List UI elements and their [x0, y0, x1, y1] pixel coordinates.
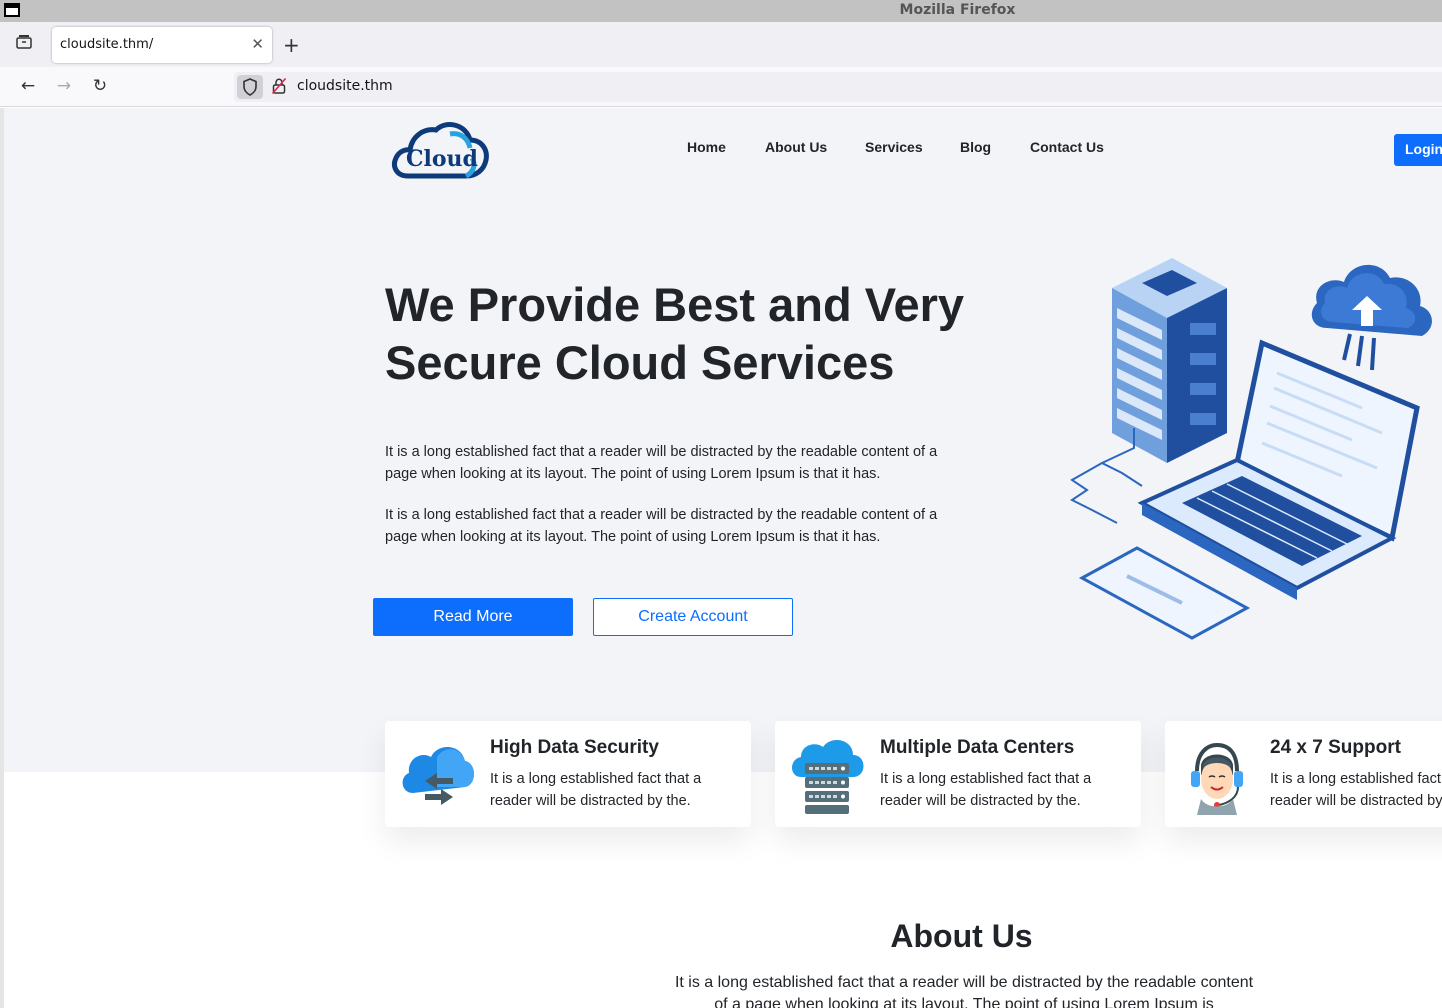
nav-home[interactable]: Home — [687, 139, 726, 155]
support-agent-icon — [1177, 735, 1257, 815]
browser-tab[interactable]: cloudsite.thm/ ✕ — [52, 27, 272, 63]
feature-card-support: 24 x 7 Support It is a long established … — [1165, 721, 1442, 827]
site-logo[interactable]: Cloud — [390, 118, 490, 180]
tab-list-icon[interactable] — [12, 34, 36, 56]
window-titlebar: Mozilla Firefox — [0, 0, 1442, 22]
feature-title: 24 x 7 Support — [1270, 737, 1401, 758]
hero-section: Cloud Home About Us Services Blog Contac… — [4, 108, 1442, 772]
cloud-transfer-icon — [397, 735, 477, 815]
forward-icon[interactable]: → — [53, 76, 75, 98]
cloud-server-laptop-illustration — [1062, 248, 1442, 668]
feature-title: High Data Security — [490, 737, 659, 758]
about-us-heading: About Us — [890, 918, 1033, 954]
hero-paragraph-2: It is a long established fact that a rea… — [385, 507, 938, 545]
read-more-button[interactable]: Read More — [373, 598, 573, 636]
new-tab-icon[interactable]: + — [283, 33, 300, 57]
login-button[interactable]: Login — [1394, 134, 1442, 166]
hero-title: We Provide Best and Very Secure Cloud Se… — [385, 276, 985, 392]
feature-card-data-centers: Multiple Data Centers It is a long estab… — [775, 721, 1141, 827]
url-bar[interactable]: cloudsite.thm — [234, 72, 1442, 102]
cloud-server-icon — [787, 735, 867, 815]
insecure-lock-icon[interactable] — [271, 77, 287, 95]
reload-icon[interactable]: ↻ — [89, 76, 111, 98]
url-text: cloudsite.thm — [297, 78, 393, 94]
nav-blog[interactable]: Blog — [960, 139, 991, 155]
page-viewport: Cloud Home About Us Services Blog Contac… — [0, 108, 1442, 1008]
nav-about-us[interactable]: About Us — [765, 139, 827, 155]
create-account-button[interactable]: Create Account — [593, 598, 793, 636]
feature-description: It is a long established fact that a rea… — [880, 771, 1092, 809]
browser-toolbar: ← → ↻ cloudsite.thm — [0, 67, 1442, 107]
nav-services[interactable]: Services — [865, 139, 923, 155]
hero-paragraph-1: It is a long established fact that a rea… — [385, 444, 938, 482]
tab-bar: cloudsite.thm/ ✕ + — [0, 22, 1442, 67]
logo-text: Cloud — [406, 146, 478, 172]
feature-card-security: High Data Security It is a long establis… — [385, 721, 751, 827]
back-icon[interactable]: ← — [17, 76, 39, 98]
window-title: Mozilla Firefox — [899, 2, 1016, 18]
nav-contact-us[interactable]: Contact Us — [1030, 139, 1104, 155]
tab-title: cloudsite.thm/ — [60, 37, 154, 52]
about-us-text: It is a long established fact that a rea… — [674, 974, 1254, 1008]
tracking-shield-icon[interactable] — [237, 75, 263, 99]
close-tab-icon[interactable]: ✕ — [251, 35, 264, 53]
hero-title-line-1: We Provide Best and Very — [385, 278, 965, 331]
feature-description: It is a long established fact that a rea… — [490, 771, 702, 809]
feature-description: It is a long established fact that a rea… — [1270, 771, 1442, 809]
feature-title: Multiple Data Centers — [880, 737, 1075, 758]
hero-title-line-2: Secure Cloud Services — [385, 336, 895, 389]
